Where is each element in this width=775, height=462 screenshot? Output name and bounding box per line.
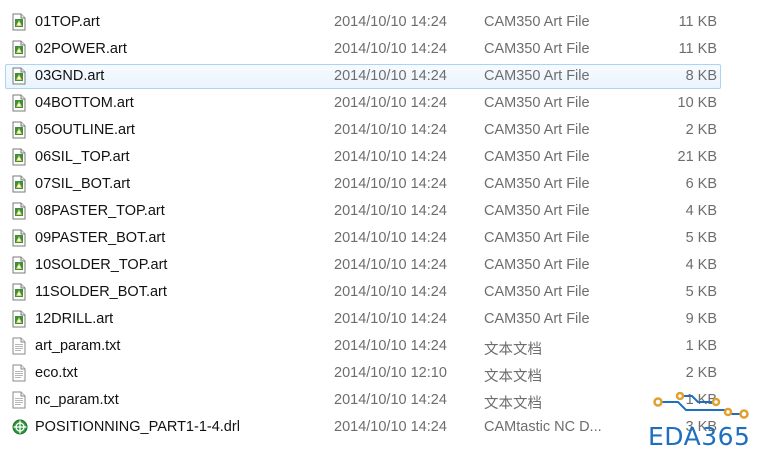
file-type: CAM350 Art File [484,149,590,165]
file-date-modified: 2014/10/10 12:10 [334,365,447,381]
cam350-art-file-icon [12,13,26,31]
file-size: 6 KB [685,176,717,192]
file-type: CAMtastic NC D... [484,419,602,435]
file-name[interactable]: 12DRILL.art [35,311,113,327]
file-type: CAM350 Art File [484,68,590,84]
file-name[interactable]: 08PASTER_TOP.art [35,203,165,219]
file-size: 11 KB [678,41,717,57]
text-file-icon [12,337,26,355]
file-size: 11 KB [678,14,717,30]
file-row[interactable]: 02POWER.art 2014/10/10 14:24 CAM350 Art Fi… [0,37,775,64]
file-row[interactable]: 08PASTER_TOP.art 2014/10/10 14:24 CAM350 A… [0,199,775,226]
watermark-text: EDA365 [648,422,751,451]
file-name[interactable]: 06SIL_TOP.art [35,149,130,165]
file-size: 4 KB [685,257,717,273]
file-date-modified: 2014/10/10 14:24 [334,284,447,300]
file-row[interactable]: 11SOLDER_BOT.art 2014/10/10 14:24 CAM350 A… [0,280,775,307]
file-row[interactable]: 10SOLDER_TOP.art 2014/10/10 14:24 CAM350 A… [0,253,775,280]
file-type: 文本文档 [484,369,542,385]
file-size: 5 KB [685,284,717,300]
file-name[interactable]: eco.txt [35,365,78,381]
file-size: 10 KB [677,95,718,111]
file-type: CAM350 Art File [484,41,590,57]
file-type: CAM350 Art File [484,14,590,30]
file-size: 8 KB [685,68,717,84]
file-name[interactable]: art_param.txt [35,338,120,354]
file-date-modified: 2014/10/10 14:24 [334,230,447,246]
file-row[interactable]: 09PASTER_BOT.art 2014/10/10 14:24 CAM350 A… [0,226,775,253]
file-size: 4 KB [685,203,717,219]
file-size: 5 KB [685,230,717,246]
file-name[interactable]: POSITIONNING_PART1-1-4.drl [35,419,240,435]
cam350-art-file-icon [12,229,26,247]
cam350-art-file-icon [12,256,26,274]
file-list: 01TOP.art 2014/10/10 14:24 CAM350 Art File… [0,10,775,442]
file-date-modified: 2014/10/10 14:24 [334,257,447,273]
camtastic-drill-file-icon [12,418,28,436]
file-date-modified: 2014/10/10 14:24 [334,176,447,192]
file-row[interactable]: 04BOTTOM.art 2014/10/10 14:24 CAM350 Art F… [0,91,775,118]
file-row[interactable]: 01TOP.art 2014/10/10 14:24 CAM350 Art File… [0,10,775,37]
file-name[interactable]: 05OUTLINE.art [35,122,135,138]
cam350-art-file-icon [12,121,26,139]
text-file-icon [12,364,26,382]
cam350-art-file-icon [12,40,26,58]
file-type: CAM350 Art File [484,257,590,273]
file-type: CAM350 Art File [484,203,590,219]
file-date-modified: 2014/10/10 14:24 [334,392,447,408]
file-type: CAM350 Art File [484,230,590,246]
file-size: 2 KB [685,365,717,381]
file-date-modified: 2014/10/10 14:24 [334,122,447,138]
file-date-modified: 2014/10/10 14:24 [334,14,447,30]
file-row[interactable]: 03GND.art 2014/10/10 14:24 CAM350 Art File… [0,64,775,91]
file-size: 2 KB [685,122,717,138]
file-date-modified: 2014/10/10 14:24 [334,338,447,354]
file-name[interactable]: 11SOLDER_BOT.art [35,284,167,300]
file-row[interactable]: 07SIL_BOT.art 2014/10/10 14:24 CAM350 Art … [0,172,775,199]
file-name[interactable]: 01TOP.art [35,14,100,30]
file-name[interactable]: 02POWER.art [35,41,127,57]
file-row[interactable]: 06SIL_TOP.art 2014/10/10 14:24 CAM350 Art … [0,145,775,172]
cam350-art-file-icon [12,175,26,193]
text-file-icon [12,391,26,409]
file-size: 21 KB [677,149,718,165]
file-type: CAM350 Art File [484,95,590,111]
file-date-modified: 2014/10/10 14:24 [334,41,447,57]
file-row[interactable]: eco.txt 2014/10/10 12:10 文本文档 2 KB [0,361,775,388]
file-type: CAM350 Art File [484,311,590,327]
file-row[interactable]: 12DRILL.art 2014/10/10 14:24 CAM350 Art Fi… [0,307,775,334]
file-type: CAM350 Art File [484,176,590,192]
file-type: CAM350 Art File [484,284,590,300]
file-date-modified: 2014/10/10 14:24 [334,95,447,111]
file-name[interactable]: nc_param.txt [35,392,119,408]
file-name[interactable]: 10SOLDER_TOP.art [35,257,167,273]
cam350-art-file-icon [12,202,26,220]
file-name[interactable]: 07SIL_BOT.art [35,176,130,192]
file-size: 9 KB [685,311,717,327]
file-date-modified: 2014/10/10 14:24 [334,419,447,435]
file-row[interactable]: art_param.txt 2014/10/10 14:24 文本文档 1 KB [0,334,775,361]
file-type: 文本文档 [484,342,542,358]
circuit-trace-logo [653,391,749,419]
file-date-modified: 2014/10/10 14:24 [334,68,447,84]
cam350-art-file-icon [12,94,26,112]
file-date-modified: 2014/10/10 14:24 [334,149,447,165]
cam350-art-file-icon [12,148,26,166]
file-row[interactable]: 05OUTLINE.art 2014/10/10 14:24 CAM350 Art … [0,118,775,145]
file-date-modified: 2014/10/10 14:24 [334,311,447,327]
file-type: CAM350 Art File [484,122,590,138]
cam350-art-file-icon [12,283,26,301]
eda365-watermark: EDA365 [648,391,766,458]
file-size: 1 KB [685,338,717,354]
file-date-modified: 2014/10/10 14:24 [334,203,447,219]
cam350-art-file-icon [12,67,26,85]
file-name[interactable]: 03GND.art [35,68,104,84]
file-name[interactable]: 09PASTER_BOT.art [35,230,165,246]
cam350-art-file-icon [12,310,26,328]
file-type: 文本文档 [484,396,542,412]
file-name[interactable]: 04BOTTOM.art [35,95,134,111]
